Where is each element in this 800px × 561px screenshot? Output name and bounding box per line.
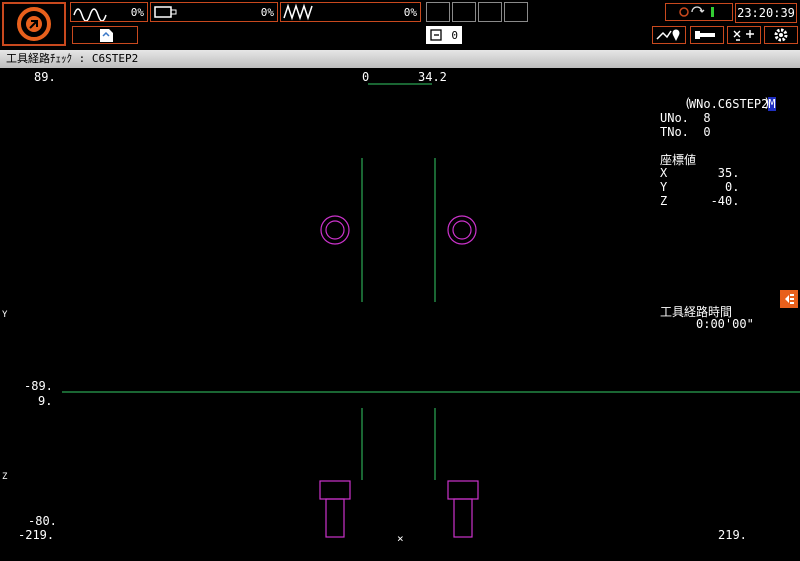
sync-icon [691, 6, 705, 13]
work-number-paren: ( ) [684, 96, 771, 110]
screen-title: 工具経路ﾁｪｯｸ : C6STEP2 [6, 52, 139, 65]
tool-profile-left-head [319, 480, 351, 500]
tool-profile-right-head [447, 480, 479, 500]
tool-path-button[interactable] [652, 26, 686, 44]
empty-slot-3[interactable] [478, 2, 502, 22]
file-icon [100, 29, 113, 42]
spindle-load-1-value: 0% [130, 6, 144, 19]
scale-right-value: 34.2 [418, 70, 447, 84]
tool-profile-left-shank [325, 498, 345, 538]
tool-circle-right-inner [452, 220, 472, 240]
machine-status-indicator[interactable] [665, 3, 733, 21]
sine-wave-icon [73, 8, 107, 21]
home-arrow-icon [17, 7, 51, 41]
calculator-icon [733, 30, 754, 41]
empty-slot-2[interactable] [452, 2, 476, 22]
z-max-value: 9. [38, 394, 53, 408]
status-icons [679, 6, 714, 17]
origin-mark: × [397, 532, 404, 545]
z-coordinate: Z -40. [660, 194, 740, 208]
z-min-value: -80. [28, 514, 57, 528]
alarm-lamp-icon [679, 7, 689, 17]
settings-button[interactable] [764, 26, 798, 44]
scale-left-value: 0 [362, 70, 370, 84]
x-coordinate: X 35. [660, 166, 740, 180]
counter-value: 0 [451, 29, 458, 42]
y-max-value: 89. [34, 70, 56, 84]
x-max-value: 219. [718, 528, 747, 542]
side-panel-toggle-button[interactable] [780, 290, 798, 308]
zigzag-wave-icon [283, 3, 313, 21]
toolpath-pin-icon [656, 29, 680, 41]
z-axis-label: Z [2, 472, 8, 482]
spindle-load-meter-3: 0% [280, 2, 421, 22]
spindle-load-2-value: 0% [260, 6, 274, 19]
axis-motor-icon [154, 6, 177, 18]
spindle-load-meter-2: 0% [150, 2, 278, 22]
reset-counter-icon [430, 29, 442, 41]
spindle-load-meter-1: 0% [70, 2, 148, 22]
top-status-bar: 0% 0% 0% 23:20:39 0 [0, 0, 800, 50]
tool-profile-right-shank [453, 498, 473, 538]
spindle-load-3-value: 0% [403, 6, 417, 19]
y-axis-label: Y [2, 310, 8, 320]
expand-panel-icon [785, 294, 794, 304]
tool-data-button[interactable] [690, 26, 724, 44]
empty-slot-4[interactable] [504, 2, 528, 22]
empty-slot-1[interactable] [426, 2, 450, 22]
home-button[interactable] [2, 2, 66, 46]
y-min-value: -89. [24, 379, 53, 393]
x-min-value: -219. [18, 528, 55, 542]
tool-circle-right [447, 215, 477, 245]
clock: 23:20:39 [735, 3, 797, 23]
ready-lamp-icon [711, 7, 714, 17]
screen-title-bar: 工具経路ﾁｪｯｸ : C6STEP2 [0, 50, 800, 68]
tool-circle-left-inner [325, 220, 345, 240]
counter-display[interactable]: 0 [426, 26, 462, 44]
tool-circle-left [320, 215, 350, 245]
unit-number: UNo. 8 [660, 111, 711, 125]
gear-icon [774, 28, 788, 42]
calculator-button[interactable] [727, 26, 761, 44]
toolpath-time-value: 0:00'00" [696, 317, 754, 331]
file-button[interactable] [72, 26, 138, 44]
wrench-icon [695, 31, 715, 39]
y-coordinate: Y 0. [660, 180, 740, 194]
tool-number: TNo. 0 [660, 125, 711, 139]
